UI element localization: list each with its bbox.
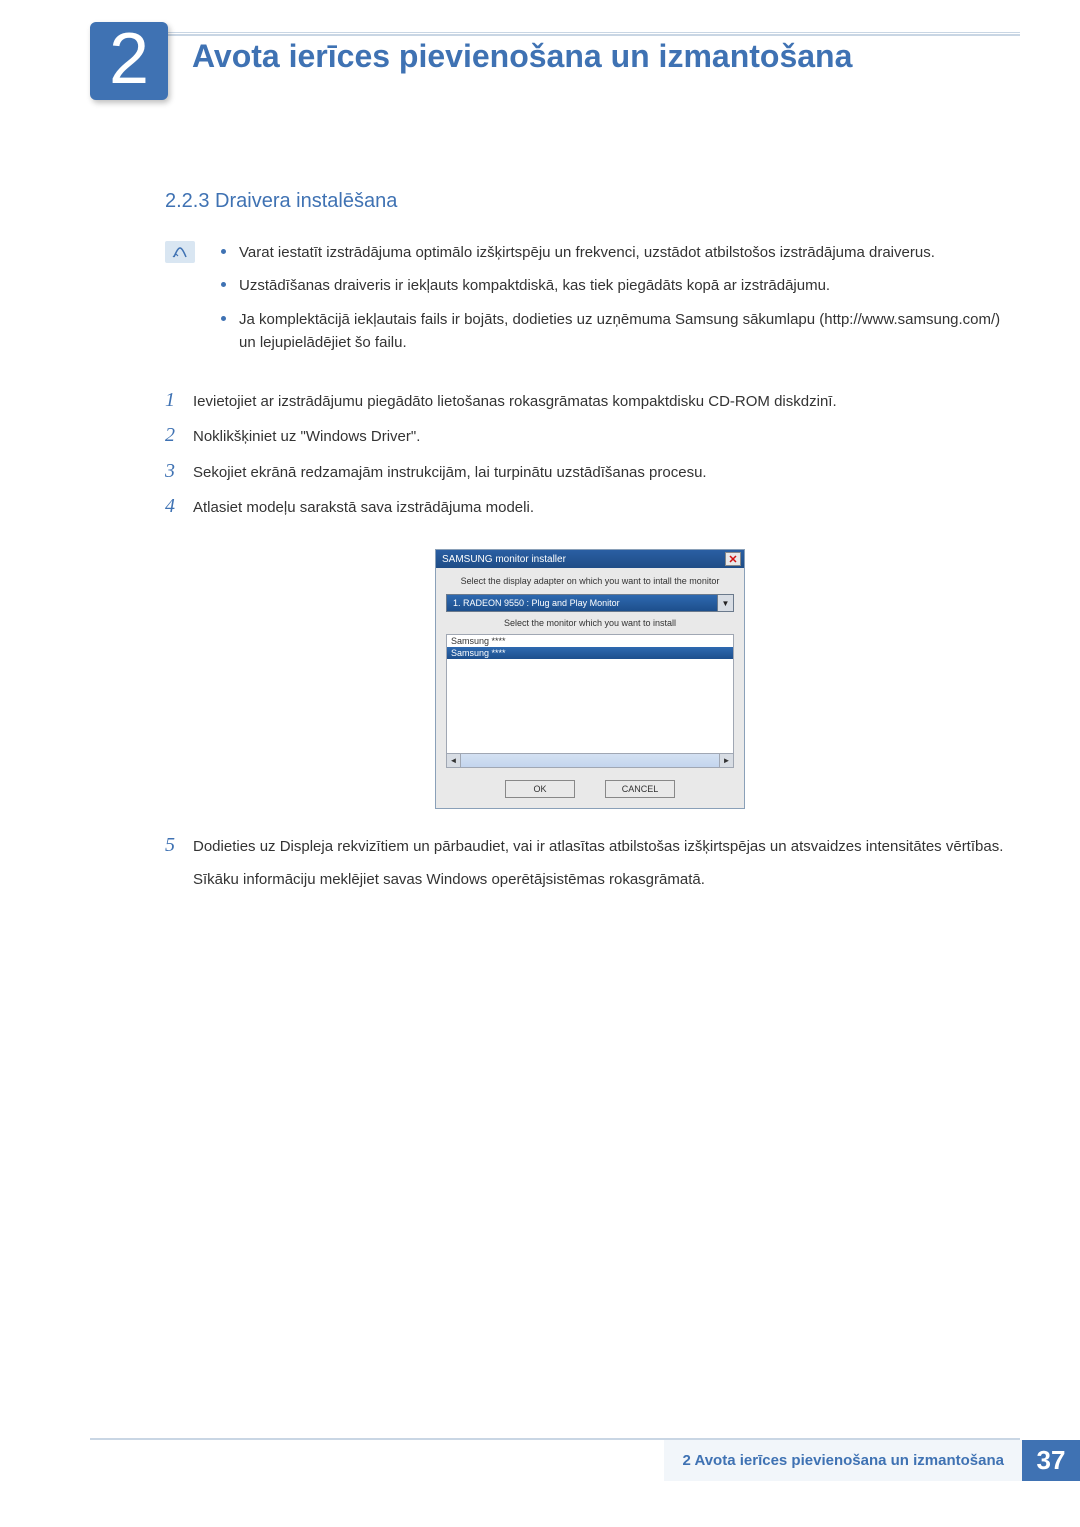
installer-title: SAMSUNG monitor installer	[442, 554, 566, 565]
installer-buttons: OK CANCEL	[446, 780, 734, 798]
ok-button[interactable]: OK	[505, 780, 575, 798]
step-text: Sekojiet ekrānā redzamajām instrukcijām,…	[193, 459, 1015, 484]
step-number: 1	[165, 388, 193, 413]
note-item: Uzstādīšanas draiveris ir iekļauts kompa…	[215, 274, 1015, 297]
chapter-number: 2	[109, 23, 149, 95]
step-text: Ievietojiet ar izstrādājumu piegādāto li…	[193, 388, 1015, 413]
note-block: Varat iestatīt izstrādājuma optimālo izš…	[165, 241, 1015, 364]
list-item[interactable]: Samsung ****	[447, 647, 733, 659]
close-icon[interactable]: ✕	[725, 552, 741, 566]
header-rule	[90, 32, 1020, 36]
installer-message: Select the display adapter on which you …	[446, 576, 734, 586]
horizontal-scrollbar[interactable]: ◄ ►	[446, 754, 734, 768]
chevron-down-icon: ▼	[717, 595, 733, 611]
installer-figure: SAMSUNG monitor installer ✕ Select the d…	[435, 549, 745, 809]
scroll-right-icon[interactable]: ►	[719, 754, 733, 767]
note-item: Ja komplektācijā iekļautais fails ir boj…	[215, 308, 1015, 355]
page-number: 37	[1022, 1440, 1080, 1481]
scroll-track[interactable]	[461, 754, 719, 767]
scroll-left-icon[interactable]: ◄	[447, 754, 461, 767]
step-number: 2	[165, 423, 193, 448]
chapter-badge: 2	[90, 22, 168, 100]
step: 1 Ievietojiet ar izstrādājumu piegādāto …	[165, 388, 1015, 413]
adapter-dropdown[interactable]: 1. RADEON 9550 : Plug and Play Monitor ▼	[446, 594, 734, 612]
step-text: Dodieties uz Displeja rekvizītiem un pār…	[193, 833, 1015, 858]
page-content: 2.2.3 Draivera instalēšana Varat iestatī…	[165, 190, 1015, 892]
chapter-title: Avota ierīces pievienošana un izmantošan…	[192, 38, 852, 75]
step-number: 3	[165, 459, 193, 484]
step-number: 5	[165, 833, 193, 858]
installer-body: Select the display adapter on which you …	[436, 568, 744, 808]
step: 4 Atlasiet modeļu sarakstā sava izstrādā…	[165, 494, 1015, 519]
step-number: 4	[165, 494, 193, 519]
note-list: Varat iestatīt izstrādājuma optimālo izš…	[215, 241, 1015, 364]
adapter-selected: 1. RADEON 9550 : Plug and Play Monitor	[453, 598, 620, 608]
subsection-title: 2.2.3 Draivera instalēšana	[165, 190, 1015, 213]
step-text: Noklikšķiniet uz "Windows Driver".	[193, 423, 1015, 448]
step-extra: Sīkāku informāciju meklējiet savas Windo…	[193, 868, 1015, 891]
step-text: Atlasiet modeļu sarakstā sava izstrādāju…	[193, 494, 1015, 519]
step: 2 Noklikšķiniet uz "Windows Driver".	[165, 423, 1015, 448]
footer-label: 2 Avota ierīces pievienošana un izmantoš…	[664, 1440, 1022, 1481]
list-item[interactable]: Samsung ****	[447, 635, 733, 647]
note-item: Varat iestatīt izstrādājuma optimālo izš…	[215, 241, 1015, 264]
note-icon	[165, 241, 195, 263]
installer-message: Select the monitor which you want to ins…	[446, 618, 734, 628]
step: 3 Sekojiet ekrānā redzamajām instrukcijā…	[165, 459, 1015, 484]
steps-list: 1 Ievietojiet ar izstrādājumu piegādāto …	[165, 388, 1015, 892]
installer-window: SAMSUNG monitor installer ✕ Select the d…	[435, 549, 745, 809]
cancel-button[interactable]: CANCEL	[605, 780, 675, 798]
footer-row: 2 Avota ierīces pievienošana un izmantoš…	[0, 1440, 1080, 1481]
monitor-list[interactable]: Samsung **** Samsung ****	[446, 634, 734, 754]
installer-titlebar: SAMSUNG monitor installer ✕	[436, 550, 744, 568]
step: 5 Dodieties uz Displeja rekvizītiem un p…	[165, 833, 1015, 858]
page-footer: 2 Avota ierīces pievienošana un izmantoš…	[0, 1438, 1080, 1481]
